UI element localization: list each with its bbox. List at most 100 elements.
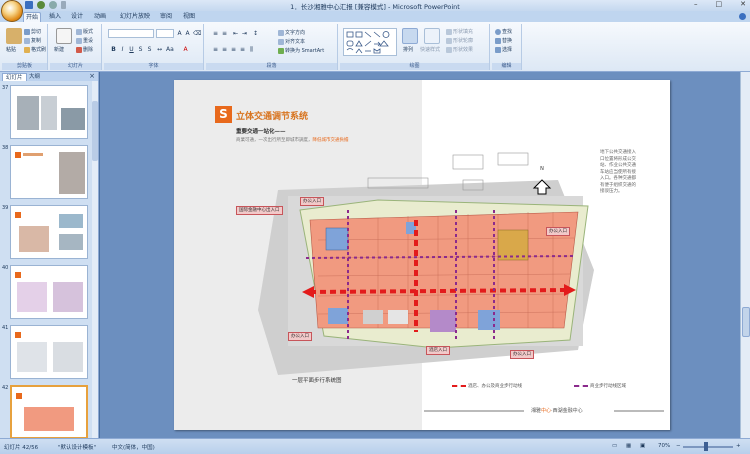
slide-note: 地下公共交通接入口位置将形成公交站、作业公共交通车站应当使所有接入口。各种交通都… xyxy=(600,150,636,194)
vertical-scrollbar[interactable] xyxy=(740,72,750,438)
align-center-icon[interactable]: ≡ xyxy=(221,46,228,53)
tab-insert[interactable]: 插入 xyxy=(47,12,63,22)
numbering-icon[interactable]: ≡ xyxy=(221,30,228,37)
strikethrough-icon[interactable]: S xyxy=(137,46,144,53)
paste-icon[interactable] xyxy=(6,28,22,44)
ribbon-tabs: 开始 插入 设计 动画 幻灯片放映 审阅 视图 xyxy=(0,11,750,22)
text-direction-button[interactable]: 文字方向 xyxy=(278,29,305,36)
smartart-button[interactable]: 转换为 SmartArt xyxy=(278,47,324,54)
title-bar: 1．长沙湘雅中心汇报 [兼容模式] - Microsoft PowerPoint… xyxy=(0,0,750,22)
shape-effects-button[interactable]: 形状效果 xyxy=(446,46,473,53)
label-office-entrance: 办公入口 xyxy=(300,197,324,206)
cut-button[interactable]: 剪切 xyxy=(24,28,41,35)
editing-group-label: 编辑 xyxy=(492,63,521,70)
shadow-icon[interactable]: S xyxy=(146,46,153,53)
help-icon[interactable] xyxy=(739,13,746,20)
zoom-out-icon[interactable]: − xyxy=(676,443,681,449)
shapes-gallery[interactable] xyxy=(343,28,397,56)
slideshow-view-icon[interactable]: ▣ xyxy=(640,443,645,449)
zoom-level[interactable]: 70% xyxy=(658,443,670,449)
align-right-icon[interactable]: ≡ xyxy=(230,46,237,53)
find-icon xyxy=(495,28,501,35)
delete-slide-button[interactable]: 删除 xyxy=(76,46,93,53)
char-spacing-icon[interactable]: ↔ xyxy=(156,46,163,53)
slide-footer: 湘雅中心·西湖金融中心 xyxy=(531,408,583,414)
new-slide-icon[interactable] xyxy=(56,28,72,44)
decrease-indent-icon[interactable]: ⇤ xyxy=(232,30,239,37)
paste-button[interactable]: 粘贴 xyxy=(6,46,16,53)
align-left-icon[interactable]: ≡ xyxy=(212,46,219,53)
zoom-in-icon[interactable]: + xyxy=(736,443,741,449)
bullets-icon[interactable]: ≡ xyxy=(212,30,219,37)
new-slide-button[interactable]: 新建 xyxy=(54,46,64,53)
replace-button[interactable]: 替换 xyxy=(495,37,512,44)
line-spacing-icon[interactable]: ↕ xyxy=(252,30,259,37)
shape-outline-button[interactable]: 形状轮廓 xyxy=(446,37,473,44)
maximize-button[interactable]: □ xyxy=(716,0,723,8)
italic-icon[interactable]: I xyxy=(119,46,126,53)
format-painter-button[interactable]: 格式刷 xyxy=(24,46,46,53)
slide-thumbnail[interactable]: 39 xyxy=(0,204,95,262)
slide-thumbnail-selected[interactable]: 42 xyxy=(0,384,95,442)
legend-item: 酒店、办公及商业步行动线 xyxy=(452,383,522,389)
slide-thumbnail[interactable]: 38 xyxy=(0,144,95,202)
thumbnail-image xyxy=(10,205,88,259)
tab-home[interactable]: 开始 xyxy=(23,12,41,22)
quick-styles-icon[interactable] xyxy=(424,28,440,44)
slide-thumbnail[interactable]: 40 xyxy=(0,264,95,322)
zoom-slider-thumb[interactable] xyxy=(704,442,708,451)
shape-fill-button[interactable]: 形状填充 xyxy=(446,28,473,35)
close-button[interactable]: ✕ xyxy=(740,0,746,8)
tab-view[interactable]: 视图 xyxy=(181,12,197,22)
panel-scrollbar[interactable] xyxy=(92,81,98,438)
select-icon xyxy=(495,46,501,53)
tab-review[interactable]: 审阅 xyxy=(158,12,174,22)
font-name-field[interactable] xyxy=(108,29,154,38)
grow-font-icon[interactable]: A xyxy=(176,30,183,37)
layout-button[interactable]: 版式 xyxy=(76,28,93,35)
slide-thumbnail[interactable]: 37 xyxy=(0,84,95,142)
minimize-button[interactable]: – xyxy=(694,0,698,8)
justify-icon[interactable]: ≡ xyxy=(239,46,246,53)
columns-icon[interactable]: ⫼ xyxy=(248,46,255,53)
status-bar: 幻灯片 42/56 "默认设计模板" 中文(简体，中国) ▭ ▦ ▣ 70% −… xyxy=(0,438,750,454)
footer-rule xyxy=(424,410,524,412)
sorter-view-icon[interactable]: ▦ xyxy=(626,443,631,449)
slide-subtitle: 重要交通一站化—— xyxy=(236,129,286,135)
tab-animation[interactable]: 动画 xyxy=(92,12,108,22)
office-button[interactable] xyxy=(1,0,23,22)
tab-outline[interactable]: 大纲 xyxy=(26,73,43,81)
slide-thumbnail[interactable]: 41 xyxy=(0,324,95,382)
bold-icon[interactable]: B xyxy=(110,46,117,53)
scroll-thumb[interactable] xyxy=(742,307,750,337)
font-size-field[interactable] xyxy=(156,29,174,38)
select-button[interactable]: 选择 xyxy=(495,46,512,53)
underline-icon[interactable]: U xyxy=(128,46,135,53)
quick-styles-button[interactable]: 快速样式 xyxy=(420,46,440,53)
find-button[interactable]: 查找 xyxy=(495,28,512,35)
clear-format-icon[interactable]: ⌫ xyxy=(193,30,201,37)
slide[interactable]: S 立体交通调节系统 重要交通一站化—— 商業可通，一次出行所至即城市調度，降低… xyxy=(174,80,670,430)
align-text-button[interactable]: 对齐文本 xyxy=(278,38,305,45)
normal-view-icon[interactable]: ▭ xyxy=(612,443,617,449)
tab-slides[interactable]: 幻灯片 xyxy=(2,73,27,81)
arrange-button[interactable]: 排列 xyxy=(403,46,413,53)
slide-description: 商業可通，一次出行所至即城市調度，降低城市交通負擔 xyxy=(236,138,349,143)
paragraph-group-label: 段落 xyxy=(206,63,337,70)
shrink-font-icon[interactable]: A xyxy=(184,30,191,37)
zoom-slider[interactable] xyxy=(683,446,733,448)
arrange-icon[interactable] xyxy=(402,28,418,44)
tab-design[interactable]: 设计 xyxy=(69,12,85,22)
font-color-icon[interactable]: A xyxy=(182,46,189,53)
copy-button[interactable]: 复制 xyxy=(24,37,41,44)
thumbnail-image xyxy=(10,85,88,139)
increase-indent-icon[interactable]: ⇥ xyxy=(241,30,248,37)
language-indicator[interactable]: 中文(简体，中国) xyxy=(112,443,155,451)
close-icon[interactable]: × xyxy=(89,72,95,80)
thumbnail-number: 40 xyxy=(2,265,9,271)
change-case-icon[interactable]: Aa xyxy=(166,46,174,53)
tab-slideshow[interactable]: 幻灯片放映 xyxy=(118,12,152,22)
reset-button[interactable]: 重设 xyxy=(76,37,93,44)
label-office-entrance: 办公入口 xyxy=(510,350,534,359)
copy-icon xyxy=(24,37,30,44)
